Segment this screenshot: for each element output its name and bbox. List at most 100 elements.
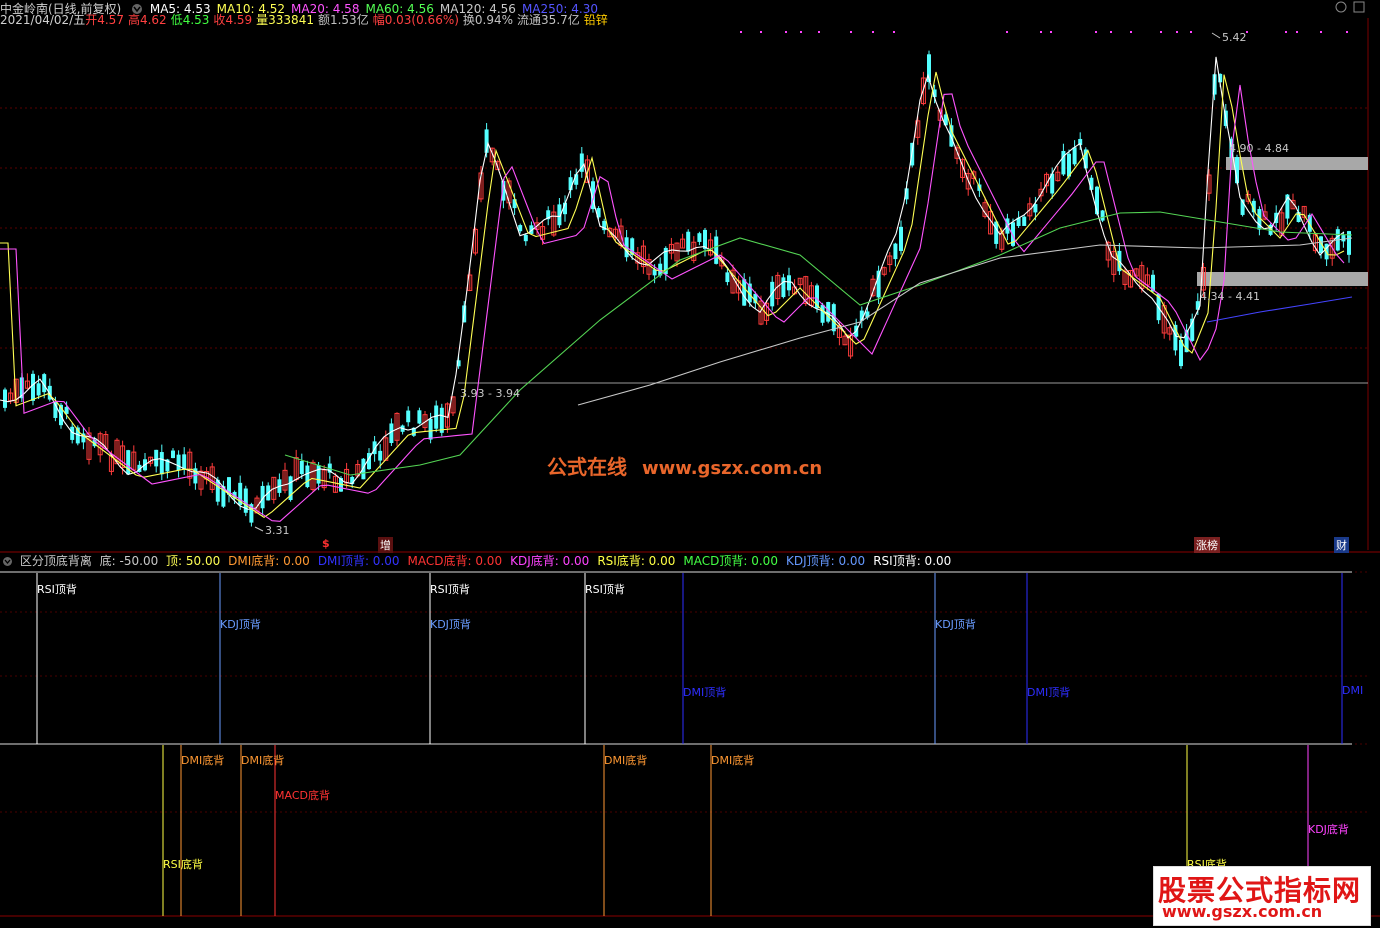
top-dot-marker <box>1176 31 1178 33</box>
candle-body <box>159 452 164 475</box>
indicator-legend: DMI底背: 0.00 DMI顶背: 0.00 MACD底背: 0.00 KDJ底背:… <box>228 554 959 568</box>
high-label: 高 <box>127 13 140 27</box>
site-logo-watermark: 股票公式指标网 www.gszx.com.cn <box>1153 866 1371 926</box>
ohlc-info-bar: 2021/04/02/五开4.57 高4.62 低4.53 收4.59 量333841 额… <box>0 11 612 29</box>
candle-body <box>31 373 35 401</box>
top-dot-marker <box>760 31 762 33</box>
ma5-line <box>0 56 1345 510</box>
candle-body <box>725 272 730 283</box>
low-label: 低 <box>170 13 183 27</box>
candle-body <box>523 234 528 242</box>
candle-body <box>893 243 898 260</box>
signal-label-top: DMI顶背 <box>1027 686 1071 699</box>
signal-label-bottom: DMI底背 <box>604 754 648 767</box>
signal-label-top: KDJ顶背 <box>430 618 471 631</box>
lower-zone-label: 4.34 - 4.41 <box>1200 290 1260 303</box>
top-dot-marker <box>1320 31 1322 33</box>
candle-body <box>434 405 439 429</box>
indicator-legend-item: RSI底背: 0.00 <box>597 554 676 568</box>
amount-value: 额1.53亿 <box>317 13 369 27</box>
event-marker-dollar[interactable]: $ <box>322 537 330 550</box>
signal-label-top: RSI顶背 <box>37 583 77 596</box>
close-value: 4.59 <box>225 13 253 27</box>
top-dot-marker <box>1110 31 1112 33</box>
event-marker-finance[interactable]: 财 <box>1334 537 1349 553</box>
signal-label-bottom: KDJ底背 <box>1308 823 1349 836</box>
candle-body <box>1100 210 1105 221</box>
top-dot-marker <box>818 31 820 33</box>
top-dot-marker <box>1006 31 1008 33</box>
candle-body <box>3 389 7 408</box>
signal-label-top: DMI顶背 <box>683 686 727 699</box>
candle-body <box>697 233 702 242</box>
candle-body <box>1341 235 1346 242</box>
event-marker-gain-list[interactable]: 涨榜 <box>1194 537 1220 553</box>
indicator-legend-item: DMI底背: 0.00 <box>228 554 310 568</box>
open-value: 4.57 <box>97 13 124 27</box>
top-dot-marker <box>1130 31 1132 33</box>
volume-value: 量333841 <box>256 13 314 27</box>
indicator-name: 区分顶底背离 <box>19 554 92 568</box>
indicator-legend-item: MACD顶背: 0.00 <box>683 554 778 568</box>
watermark-url: www.gszx.com.cn <box>641 458 823 479</box>
candle-body <box>1067 153 1071 177</box>
indicator-legend-item: DMI顶背: 0.00 <box>317 554 400 568</box>
close-label: 收 <box>213 13 226 27</box>
price-peak-label: 5.42 <box>1222 31 1247 44</box>
top-dot-marker <box>850 31 852 33</box>
top-dot-marker <box>740 31 742 33</box>
candle-body <box>742 279 747 306</box>
top-dot-marker <box>785 31 787 33</box>
turnover-value: 换0.94% <box>462 13 514 27</box>
signal-label-top: KDJ顶背 <box>935 618 976 631</box>
top-dot-marker <box>872 31 874 33</box>
signal-label-top: KDJ顶背 <box>220 618 261 631</box>
quote-date: 2021/04/02/五 <box>0 13 86 27</box>
indicator-info-bar: 区分顶底背离 底: -50.00 顶: 50.00 DMI底背: 0.00 DMI… <box>0 552 1380 570</box>
top-dot-marker <box>800 31 802 33</box>
candle-body <box>305 465 310 488</box>
upper-zone-label: 4.90 - 4.84 <box>1229 142 1289 155</box>
event-marker-increase[interactable]: 增 <box>378 537 393 553</box>
candle-body <box>378 450 383 461</box>
indicator-dropdown-icon[interactable] <box>3 557 12 566</box>
high-value: 4.62 <box>139 13 167 27</box>
top-dot-marker <box>1346 31 1348 33</box>
signal-label-top: RSI顶背 <box>585 583 625 596</box>
indicator-bottom: 底: -50.00 <box>99 554 159 568</box>
candle-body <box>1022 216 1027 226</box>
signal-label-bottom: DMI底背 <box>241 754 285 767</box>
candle-body <box>439 407 444 433</box>
candle-body <box>182 454 187 470</box>
candle-body <box>574 174 579 185</box>
candle-body <box>171 450 175 459</box>
logo-url: www.gszx.com.cn <box>1162 902 1323 921</box>
candle-body <box>1072 147 1077 165</box>
candle-body <box>299 460 304 475</box>
float-value: 流通35.7亿 <box>517 13 580 27</box>
candle-body <box>417 410 422 424</box>
signal-label-bottom: RSI底背 <box>163 858 203 871</box>
resistance-zone <box>1226 157 1368 170</box>
change-value: 幅0.03(0.66%) <box>372 13 459 27</box>
indicator-top: 顶: 50.00 <box>166 554 221 568</box>
low-value: 4.53 <box>182 13 210 27</box>
minimize-icon[interactable] <box>1334 0 1348 18</box>
candle-body <box>703 229 707 249</box>
candle-body <box>899 226 903 251</box>
settings-icon[interactable] <box>1352 0 1366 18</box>
indicator-legend-item: KDJ底背: 0.00 <box>510 554 590 568</box>
candle-body <box>820 304 825 323</box>
signal-label-bottom: MACD底背 <box>275 789 330 802</box>
top-dot-marker <box>1050 31 1052 33</box>
candle-body <box>36 383 41 396</box>
open-label: 开 <box>85 13 98 27</box>
candle-body <box>994 221 999 244</box>
signal-label-top: DMI <box>1342 684 1364 697</box>
top-dot-marker <box>1296 31 1298 33</box>
candle-body <box>787 275 791 291</box>
candle-body <box>316 465 321 484</box>
candle-body <box>781 277 786 298</box>
top-dot-marker <box>1285 31 1287 33</box>
candle-body <box>406 410 411 423</box>
